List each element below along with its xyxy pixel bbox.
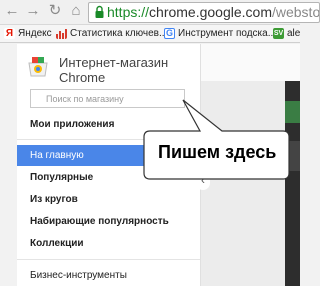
search-input[interactable]: Поиск по магазину <box>30 89 185 108</box>
thumbnail-strip <box>285 101 300 123</box>
bookmarks-bar: Я Яндекс Статистика ключев... G Инструме… <box>0 25 300 43</box>
bookmark-label: Статистика ключев... <box>70 28 168 39</box>
callout-text: Пишем здесь <box>158 142 277 162</box>
url-text: https://chrome.google.com/webstore/cate <box>107 3 320 22</box>
menu-business-tools[interactable]: Бизнес-инструменты <box>17 265 200 286</box>
bookmark-label: Инструмент подска... <box>178 28 277 39</box>
menu-my-apps[interactable]: Мои приложения <box>17 114 200 135</box>
menu-label: Набирающие популярность <box>30 216 169 227</box>
divider <box>17 139 200 140</box>
menu-popular[interactable]: Популярные <box>17 167 200 188</box>
sv-icon: SV <box>273 28 284 39</box>
bookmark-label: Яндекс <box>18 28 52 39</box>
webstore-logo-icon <box>28 57 48 77</box>
reload-icon[interactable]: ↻ <box>46 3 64 19</box>
statistics-icon <box>56 29 67 39</box>
store-sidebar: Интернет-магазин Chrome Поиск по магазин… <box>17 44 201 286</box>
google-icon: G <box>164 28 175 39</box>
divider <box>17 259 200 260</box>
url-path: /webstore/cate <box>271 4 320 20</box>
carousel-prev-icon[interactable]: ‹ <box>196 170 210 190</box>
menu-label: На главную <box>30 150 84 161</box>
menu-label: Из кругов <box>30 194 78 205</box>
url-host: chrome.google.com <box>149 4 272 20</box>
lock-icon <box>95 5 104 18</box>
back-icon[interactable]: ← <box>3 3 21 19</box>
featured-thumbnail[interactable] <box>285 81 300 286</box>
forward-icon[interactable]: → <box>24 3 42 19</box>
bookmark-label: ale <box>287 28 300 39</box>
menu-from-circles[interactable]: Из кругов <box>17 189 200 210</box>
url-scheme: https:// <box>107 4 150 20</box>
address-bar[interactable]: https://chrome.google.com/webstore/cate <box>88 2 320 23</box>
menu-collections[interactable]: Коллекции <box>17 233 200 254</box>
menu-label: Бизнес-инструменты <box>30 270 127 281</box>
store-content <box>201 44 300 286</box>
store-title: Интернет-магазин Chrome <box>59 55 169 85</box>
yandex-icon: Я <box>4 28 15 39</box>
menu-trending[interactable]: Набирающие популярность <box>17 211 200 232</box>
menu-label: Коллекции <box>30 238 84 249</box>
browser-toolbar: ← → ↻ ⌂ https://chrome.google.com/websto… <box>0 0 320 25</box>
menu-label: Мои приложения <box>30 119 115 130</box>
menu-label: Популярные <box>30 172 94 183</box>
home-icon[interactable]: ⌂ <box>67 3 85 19</box>
thumbnail-strip <box>285 141 300 171</box>
